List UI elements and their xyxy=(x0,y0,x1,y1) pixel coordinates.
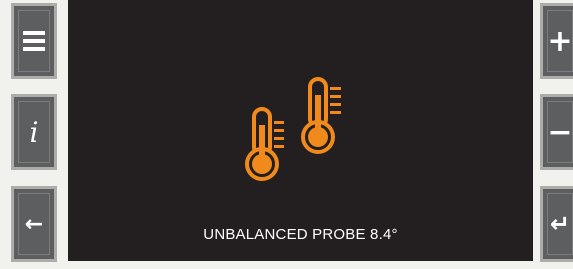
status-message: UNBALANCED PROBE 8.4° xyxy=(203,226,398,243)
hamburger-icon xyxy=(23,31,45,51)
enter-icon: ↵ xyxy=(549,210,571,238)
plus-icon: + xyxy=(547,23,573,59)
display-screen: UNBALANCED PROBE 8.4° xyxy=(68,0,533,261)
arrow-left-icon: ← xyxy=(24,211,44,237)
plus-button[interactable]: + xyxy=(540,3,573,79)
info-icon: i xyxy=(29,115,39,149)
info-button[interactable]: i xyxy=(11,94,57,170)
menu-button[interactable] xyxy=(11,3,57,79)
back-button[interactable]: ← xyxy=(11,186,57,262)
enter-button[interactable]: ↵ xyxy=(540,186,573,262)
minus-button[interactable]: − xyxy=(540,94,573,170)
thermometers-icon xyxy=(245,77,341,181)
minus-icon: − xyxy=(547,114,573,150)
